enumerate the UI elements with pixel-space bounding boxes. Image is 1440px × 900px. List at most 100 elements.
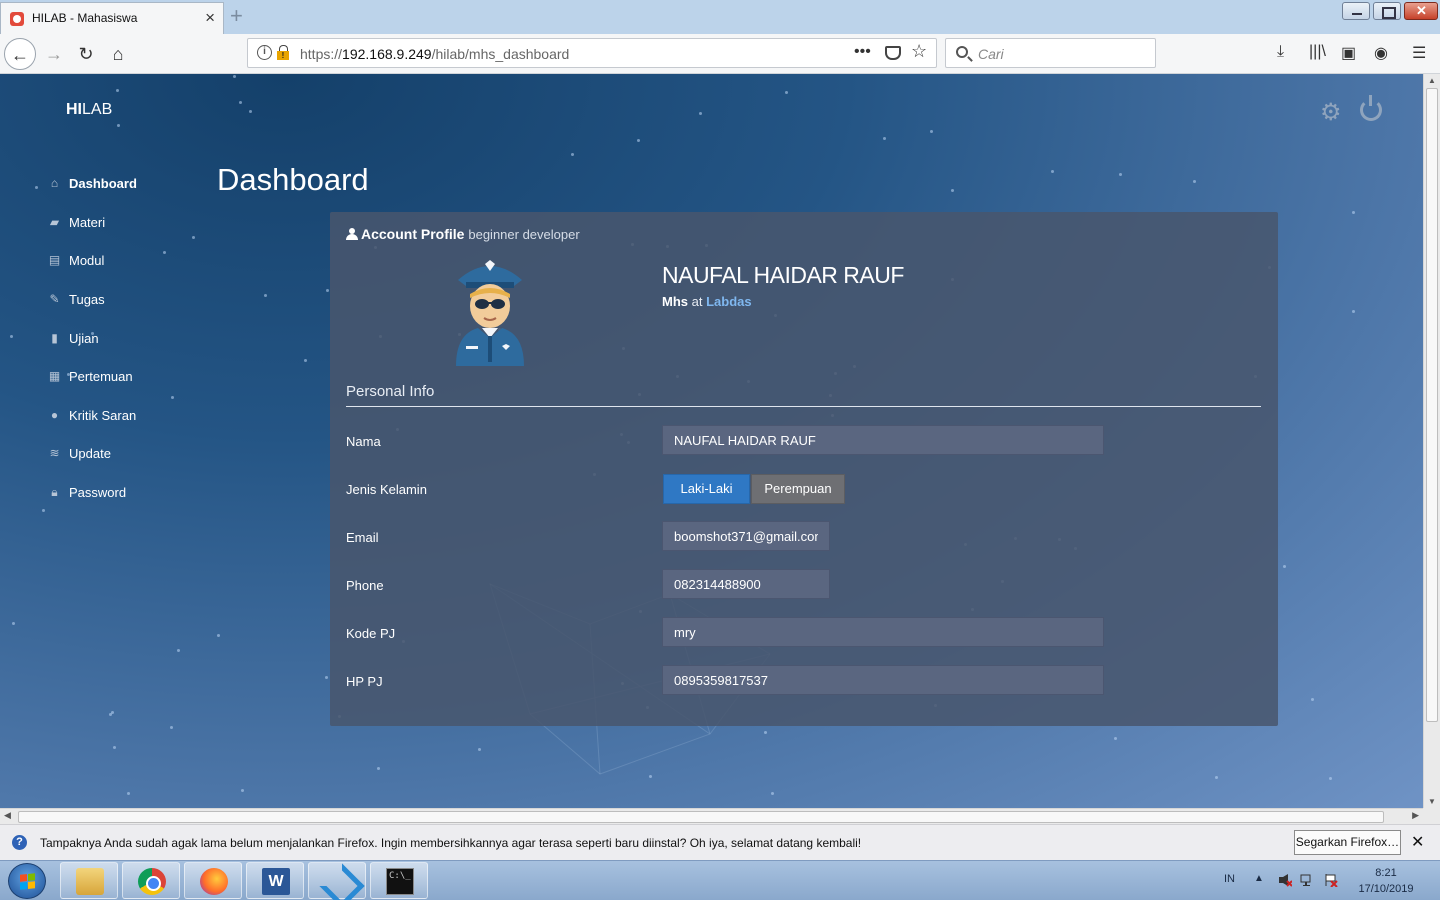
settings-gear-icon[interactable]: ⚙	[1320, 98, 1342, 127]
close-window-button[interactable]	[1404, 2, 1438, 20]
new-tab-icon[interactable]: +	[230, 3, 243, 29]
library-icon[interactable]: |||\	[1309, 43, 1326, 61]
hp-pj-field[interactable]	[662, 665, 1104, 695]
brand-logo[interactable]: HILAB	[66, 101, 112, 119]
star-dot	[241, 789, 244, 792]
site-info-icon[interactable]: i	[257, 45, 272, 60]
close-notification-icon[interactable]: ✕	[1411, 832, 1424, 852]
taskbar-cmd[interactable]: C:\_	[370, 862, 428, 899]
logout-power-icon[interactable]	[1360, 95, 1382, 121]
menu-icon[interactable]: ☰	[1412, 43, 1426, 63]
forward-icon[interactable]: →	[38, 38, 70, 70]
kode-pj-label: Kode PJ	[346, 626, 396, 641]
sidebar-item-password[interactable]: 🔒︎ Password	[46, 483, 206, 503]
phone-field[interactable]	[662, 569, 830, 599]
browser-tab[interactable]: HILAB - Mahasiswa ×	[0, 2, 224, 34]
nama-field[interactable]	[662, 425, 1104, 455]
star-dot	[1352, 310, 1355, 313]
search-input[interactable]: Cari	[945, 38, 1156, 68]
taskbar-chrome[interactable]	[122, 862, 180, 899]
card-header: Account Profile beginner developer	[346, 226, 580, 242]
horizontal-scrollbar[interactable]: ◀ ▶	[0, 808, 1423, 824]
star-dot	[192, 236, 195, 239]
minimize-window-button[interactable]	[1342, 2, 1370, 20]
volume-muted-icon[interactable]	[1278, 873, 1293, 887]
star-dot	[1051, 170, 1054, 173]
home-icon[interactable]: ⌂	[102, 38, 134, 70]
avatar-police-icon	[456, 260, 524, 366]
sidebar-item-label: Ujian	[69, 331, 99, 346]
vertical-scroll-thumb[interactable]	[1426, 88, 1438, 722]
account-icon[interactable]: ◉	[1374, 43, 1388, 63]
gender-male-button[interactable]: Laki-Laki	[663, 474, 750, 504]
star-dot	[113, 746, 116, 749]
bookmark-star-icon[interactable]: ☆	[911, 41, 927, 62]
star-dot	[1329, 777, 1332, 780]
url-text[interactable]: https://192.168.9.249/hilab/mhs_dashboar…	[300, 46, 569, 62]
page-actions-icon[interactable]: •••	[854, 43, 871, 61]
sidebar-item-pertemuan[interactable]: ▦ Pertemuan	[46, 367, 206, 387]
scroll-right-icon[interactable]: ▶	[1412, 810, 1419, 821]
scroll-left-icon[interactable]: ◀	[4, 810, 11, 821]
star-dot	[1215, 776, 1218, 779]
email-field[interactable]	[662, 521, 830, 551]
sidebar-toggle-icon[interactable]: ▣	[1341, 43, 1356, 63]
taskbar-firefox[interactable]	[184, 862, 242, 899]
sidebar-item-label: Dashboard	[69, 176, 137, 191]
clock-date: 17/10/2019	[1358, 883, 1414, 895]
star-dot	[1352, 211, 1355, 214]
star-dot	[785, 91, 788, 94]
taskbar-explorer[interactable]	[60, 862, 118, 899]
sidebar-item-kritik-saran[interactable]: ● Kritik Saran	[46, 406, 206, 426]
star-dot	[951, 189, 954, 192]
star-dot	[1114, 737, 1117, 740]
sidebar-item-materi[interactable]: ▰ Materi	[46, 213, 206, 233]
sidebar-item-tugas[interactable]: ✎ Tugas	[46, 290, 206, 310]
star-dot	[304, 359, 307, 362]
address-bar[interactable]: i https://192.168.9.249/hilab/mhs_dashbo…	[247, 38, 937, 68]
kode-pj-field[interactable]	[662, 617, 1104, 647]
vertical-scrollbar[interactable]: ▲ ▼	[1423, 74, 1440, 808]
star-dot	[170, 726, 173, 729]
star-dot	[217, 634, 220, 637]
refresh-firefox-button[interactable]: Segarkan Firefox…	[1294, 830, 1401, 855]
clock-time: 8:21	[1375, 867, 1397, 879]
sidebar-item-label: Tugas	[69, 292, 105, 307]
back-icon[interactable]: ←	[4, 38, 36, 70]
sidebar-item-label: Password	[69, 485, 127, 500]
network-icon[interactable]	[1300, 873, 1314, 887]
scroll-up-icon[interactable]: ▲	[1428, 76, 1436, 85]
close-tab-icon[interactable]: ×	[205, 8, 215, 28]
maximize-window-button[interactable]	[1373, 2, 1401, 20]
start-button[interactable]	[8, 863, 46, 899]
insecure-lock-icon[interactable]	[277, 45, 290, 60]
star-dot	[171, 396, 174, 399]
terminal-icon: C:\_	[386, 868, 414, 895]
action-center-icon[interactable]	[1324, 873, 1338, 888]
sidebar-item-update[interactable]: ≋ Update	[46, 444, 206, 464]
taskbar-word[interactable]: W	[246, 862, 304, 899]
sidebar-item-ujian[interactable]: ▮ Ujian	[46, 329, 206, 349]
show-hidden-icons-icon[interactable]: ▲	[1254, 873, 1264, 884]
downloads-icon[interactable]: ⤓	[1277, 43, 1284, 61]
star-dot	[699, 112, 702, 115]
system-clock[interactable]: 8:21 17/10/2019	[1344, 865, 1428, 897]
pocket-icon[interactable]	[885, 46, 901, 60]
horizontal-scroll-thumb[interactable]	[18, 811, 1384, 823]
scroll-down-icon[interactable]: ▼	[1428, 797, 1436, 806]
gender-label: Jenis Kelamin	[346, 482, 427, 497]
sidebar-item-modul[interactable]: ▤ Modul	[46, 251, 206, 271]
star-dot	[116, 89, 119, 92]
site-favicon-icon	[10, 12, 24, 26]
reload-icon[interactable]: ↻	[70, 38, 102, 70]
star-dot	[377, 767, 380, 770]
language-indicator[interactable]: IN	[1224, 873, 1235, 885]
search-placeholder: Cari	[978, 46, 1004, 62]
taskbar-vscode[interactable]	[308, 862, 366, 899]
user-icon	[346, 228, 358, 240]
star-dot	[10, 335, 13, 338]
gender-female-button[interactable]: Perempuan	[751, 474, 845, 504]
folder-icon: ▰	[49, 215, 60, 229]
lab-link[interactable]: Labdas	[706, 294, 752, 309]
sidebar-item-dashboard[interactable]: ⌂ Dashboard	[46, 174, 206, 194]
